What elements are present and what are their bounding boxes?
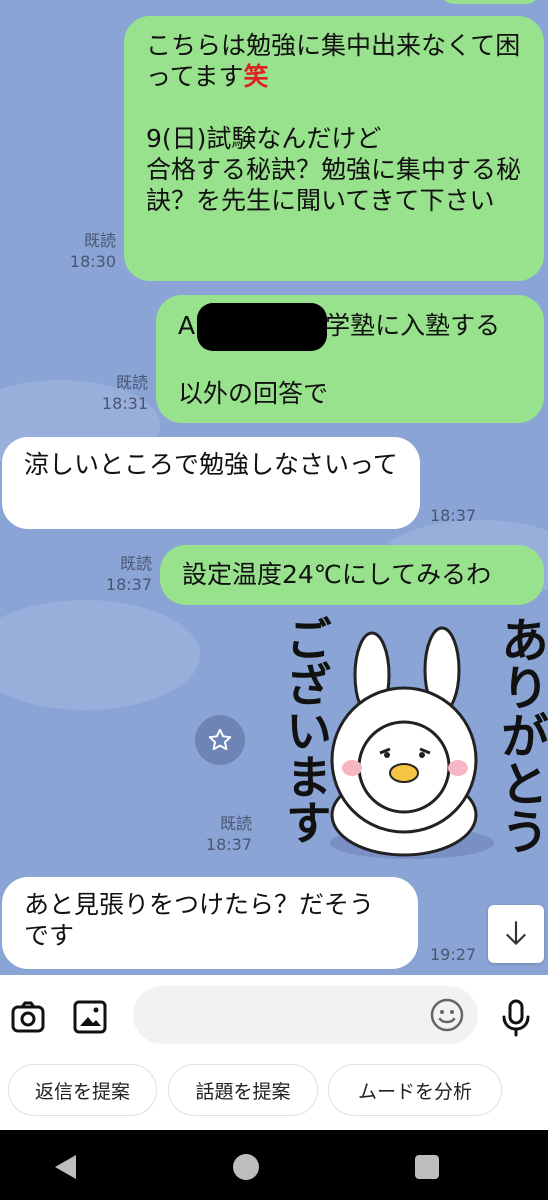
voice-button[interactable] (496, 997, 536, 1039)
recents-icon (415, 1155, 439, 1179)
rabbit-character (330, 626, 494, 859)
back-button[interactable] (50, 1152, 80, 1182)
chip-label: 話題を提案 (195, 1080, 291, 1103)
sticker[interactable]: ありがとう ございます (262, 615, 548, 870)
scroll-to-bottom-button[interactable] (488, 905, 544, 963)
incoming-message[interactable]: 涼しいところで勉強しなさいって (2, 437, 420, 529)
message-input[interactable] (133, 986, 478, 1044)
suggest-topic-chip[interactable]: 話題を提案 (168, 1064, 318, 1116)
image-button[interactable] (70, 997, 110, 1037)
message-text: A (178, 311, 196, 340)
recents-button[interactable] (412, 1152, 442, 1182)
read-status: 既読 (115, 373, 148, 392)
camera-button[interactable] (8, 997, 48, 1037)
message-meta: 既読 18:37 (196, 813, 252, 855)
timestamp: 18:37 (205, 835, 252, 854)
read-status: 既読 (219, 814, 252, 833)
message-text: こちらは勉強に集中出来なくて困ってます (146, 31, 521, 91)
message-text: 学塾に入塾する (325, 311, 501, 340)
emoji-laugh: 笑 (243, 62, 269, 91)
chip-label: 返信を提案 (34, 1080, 130, 1103)
home-button[interactable] (229, 1150, 263, 1184)
timestamp: 18:37 (430, 506, 477, 525)
system-nav-bar (0, 1130, 548, 1200)
incoming-message[interactable]: あと見張りをつけたら？だそうです (2, 877, 418, 969)
background-cloud (0, 600, 200, 710)
image-icon (73, 1000, 107, 1034)
emoji-icon (430, 998, 464, 1032)
message-text: 涼しいところで勉強しなさいって (24, 450, 398, 479)
microphone-icon (502, 999, 530, 1037)
home-icon (233, 1154, 259, 1180)
timestamp: 18:31 (101, 394, 148, 413)
analyze-mood-chip[interactable]: ムードを分析 (328, 1064, 502, 1116)
read-status: 既読 (119, 554, 152, 573)
save-sticker-button[interactable] (195, 715, 245, 765)
message-meta: 既読 18:37 (96, 553, 152, 595)
message-text: 9(日)試験なんだけど 合格する秘訣？勉強に集中する秘訣？を先生に聞いてきて下さ… (146, 124, 522, 215)
chip-label: ムードを分析 (357, 1080, 472, 1103)
timestamp: 18:37 (105, 575, 152, 594)
message-meta: 既読 18:30 (60, 230, 116, 272)
message-text: あと見張りをつけたら？だそうです (24, 890, 375, 950)
timestamp: 19:27 (430, 945, 477, 964)
redaction-block (197, 303, 327, 351)
read-status: 既読 (83, 231, 116, 250)
previous-message-bubble (440, 0, 540, 4)
star-icon (208, 728, 232, 751)
outgoing-message[interactable]: こちらは勉強に集中出来なくて困ってます笑 9(日)試験なんだけど 合格する秘訣？… (124, 16, 544, 281)
back-icon (55, 1155, 76, 1179)
suggest-reply-chip[interactable]: 返信を提案 (8, 1064, 157, 1116)
chat-area[interactable]: こちらは勉強に集中出来なくて困ってます笑 9(日)試験なんだけど 合格する秘訣？… (0, 0, 548, 975)
timestamp: 18:30 (69, 252, 116, 271)
message-text: 以外の回答で (178, 379, 329, 408)
message-text: 設定温度24℃にしてみるわ (182, 560, 492, 589)
input-bar: 返信を提案 話題を提案 ムードを分析 (0, 975, 548, 1130)
arrow-down-icon (506, 921, 526, 946)
emoji-button[interactable] (428, 996, 466, 1034)
camera-icon (11, 1001, 45, 1033)
outgoing-message[interactable]: 設定温度24℃にしてみるわ (160, 545, 544, 605)
message-meta: 既読 18:31 (92, 372, 148, 414)
